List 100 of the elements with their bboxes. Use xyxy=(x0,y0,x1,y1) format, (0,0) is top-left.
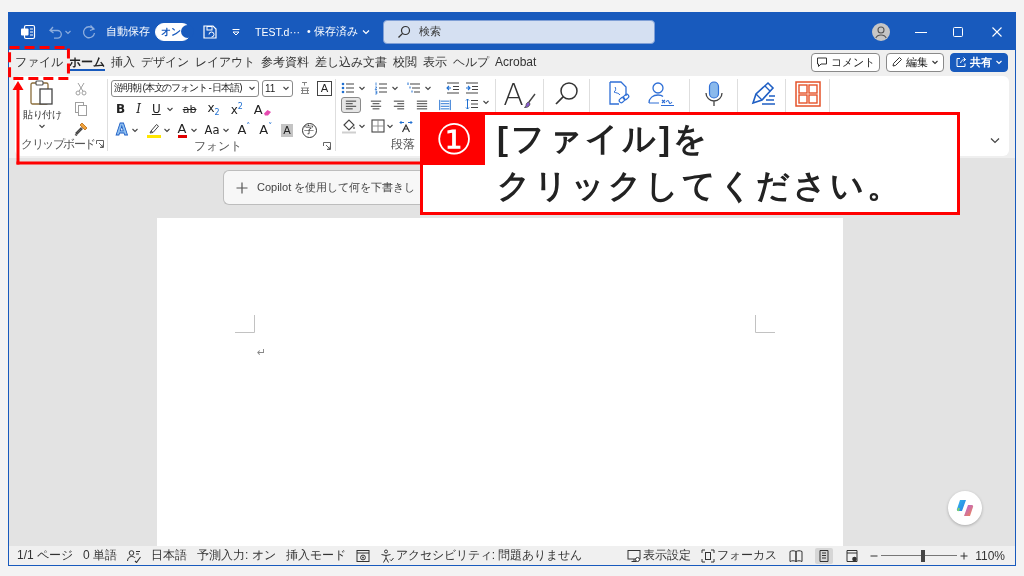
font-name-dropdown[interactable]: 游明朝 (本文のフォント - 日本語) xyxy=(111,79,259,97)
share-icon xyxy=(955,56,967,68)
increase-indent-icon[interactable] xyxy=(465,80,479,95)
comment-button[interactable]: コメント xyxy=(811,52,880,72)
justify-icon[interactable] xyxy=(414,98,430,112)
maximize-icon[interactable] xyxy=(953,26,963,37)
customize-icon[interactable] xyxy=(231,26,241,37)
status-text[interactable]: フォーカス xyxy=(717,547,778,564)
zoom-level[interactable]: 110% xyxy=(975,548,1005,563)
speech-bubble-icon xyxy=(816,56,828,68)
shrink-font-button[interactable]: A$^{˅}$ xyxy=(257,121,275,139)
superscript-button[interactable]: x$^{2}$ xyxy=(228,100,245,118)
caret-icon[interactable] xyxy=(162,126,171,134)
accessibility-icon[interactable] xyxy=(379,548,394,563)
record-box-icon[interactable] xyxy=(355,548,370,563)
paste-button[interactable]: 貼り付け xyxy=(21,79,63,137)
document-name[interactable]: TEST.d··· xyxy=(255,25,300,38)
focus-icon[interactable] xyxy=(701,548,716,563)
status-text[interactable]: 0 単語 xyxy=(83,547,118,564)
multilevel-list-icon[interactable] xyxy=(407,80,421,95)
display-settings-icon[interactable] xyxy=(627,548,642,563)
italic-button[interactable]: I xyxy=(134,100,143,118)
slider-thumb[interactable] xyxy=(921,549,925,562)
caret-icon[interactable] xyxy=(222,126,231,134)
search-field[interactable]: 検索 xyxy=(383,19,655,44)
save-status[interactable]: • 保存済み xyxy=(306,24,358,39)
caret-icon[interactable] xyxy=(189,126,198,134)
chevron-down-icon[interactable] xyxy=(361,27,370,36)
decrease-indent-icon[interactable] xyxy=(446,80,460,95)
ribbon-tab[interactable]: デザイン xyxy=(138,50,192,74)
font-color-button[interactable]: A xyxy=(175,121,189,139)
save-icon[interactable] xyxy=(202,23,218,40)
status-text[interactable]: アクセシビリティ: 問題ありません xyxy=(395,547,583,564)
assistant-button[interactable] xyxy=(948,491,982,525)
grid-icon[interactable] xyxy=(793,80,822,108)
grow-font-button[interactable]: A$^{˄}$ xyxy=(235,121,253,139)
callout-text: [ファイル]を クリックしてください。 xyxy=(496,119,903,206)
ribbon-tab[interactable]: 校閲 xyxy=(390,50,420,74)
status-text[interactable]: 予測入力: オン xyxy=(197,547,276,564)
align-right-icon[interactable] xyxy=(391,98,407,112)
search-icon xyxy=(397,24,411,39)
autosave-toggle[interactable]: オン xyxy=(155,22,191,41)
numbered-list-icon[interactable] xyxy=(374,80,388,95)
pencil-icon xyxy=(891,56,903,68)
step-number: ① xyxy=(423,115,485,165)
prompt-field[interactable]: Copilot を使用して何を下書きし xyxy=(223,170,420,205)
corner-mark-icon xyxy=(235,315,255,333)
document-icon[interactable] xyxy=(20,23,36,40)
ribbon-tab[interactable]: Acrobat xyxy=(492,50,540,74)
align-left-icon[interactable] xyxy=(341,97,361,113)
line-spacing-icon[interactable] xyxy=(465,98,479,110)
paintbrush-icon[interactable] xyxy=(73,121,89,137)
dialog-launcher-icon[interactable] xyxy=(96,140,104,148)
editing-mode-button[interactable]: 編集 xyxy=(886,52,944,72)
person-signature-icon[interactable] xyxy=(646,80,675,108)
strikethrough-button[interactable]: ab xyxy=(180,100,199,118)
avatar-icon[interactable] xyxy=(872,22,890,41)
close-icon[interactable] xyxy=(992,26,1002,37)
paint-brush-icon xyxy=(523,93,536,109)
character-shading-button[interactable]: A xyxy=(279,121,295,139)
phonetic-guide-icon[interactable] xyxy=(298,81,312,95)
clear-formatting-button[interactable]: A xyxy=(251,100,274,118)
bold-button[interactable]: B xyxy=(114,100,128,118)
chevron-down-icon[interactable] xyxy=(990,137,1000,144)
caret-icon[interactable] xyxy=(482,98,490,106)
caret-icon[interactable] xyxy=(130,126,139,134)
ribbon-tab[interactable]: 挿入 xyxy=(108,50,138,74)
group-label: フォント xyxy=(194,137,242,155)
change-case-button[interactable]: Aa xyxy=(202,121,222,139)
status-text[interactable]: 挿入モード xyxy=(285,547,346,564)
caret-icon[interactable] xyxy=(165,105,174,113)
status-text[interactable]: 表示設定 xyxy=(643,547,692,564)
ribbon-tab[interactable]: 差し込み文書 xyxy=(312,50,390,74)
align-center-icon[interactable] xyxy=(368,98,384,112)
ribbon-tab[interactable]: ヘルプ xyxy=(450,50,492,74)
spacing-arrows-icon[interactable] xyxy=(399,118,413,133)
share-button[interactable]: 共有 xyxy=(950,52,1008,72)
page-icon[interactable] xyxy=(815,547,834,564)
bullet-list-icon[interactable] xyxy=(341,80,355,95)
subscript-button[interactable]: x$_{2}$ xyxy=(205,100,222,118)
paint-bucket-icon[interactable] xyxy=(341,117,357,134)
group-label: 段落 xyxy=(391,135,415,153)
underline-button[interactable]: U xyxy=(149,100,163,118)
ribbon-tab[interactable]: 参考資料 xyxy=(258,50,312,74)
dialog-launcher-icon[interactable] xyxy=(323,142,331,150)
spellcheck-icon[interactable] xyxy=(127,548,142,563)
font-size-dropdown[interactable]: 11 xyxy=(262,79,293,97)
character-border-button[interactable]: A xyxy=(317,80,332,96)
ribbon-tab[interactable]: レイアウト xyxy=(192,50,258,74)
borders-icon[interactable] xyxy=(371,118,385,133)
book-icon[interactable] xyxy=(787,547,806,564)
ribbon-tab[interactable]: 表示 xyxy=(420,50,450,74)
corner-mark-icon xyxy=(755,315,775,333)
highlighter-icon[interactable] xyxy=(145,122,162,138)
logo-icon xyxy=(956,499,974,517)
paragraph-mark: ↵ xyxy=(257,346,267,358)
styles-button[interactable]: A xyxy=(503,80,536,110)
status-text[interactable]: 日本語 xyxy=(151,547,188,564)
zoom-in-icon[interactable] xyxy=(960,551,969,560)
status-text[interactable]: 1/1 ページ xyxy=(17,547,73,564)
